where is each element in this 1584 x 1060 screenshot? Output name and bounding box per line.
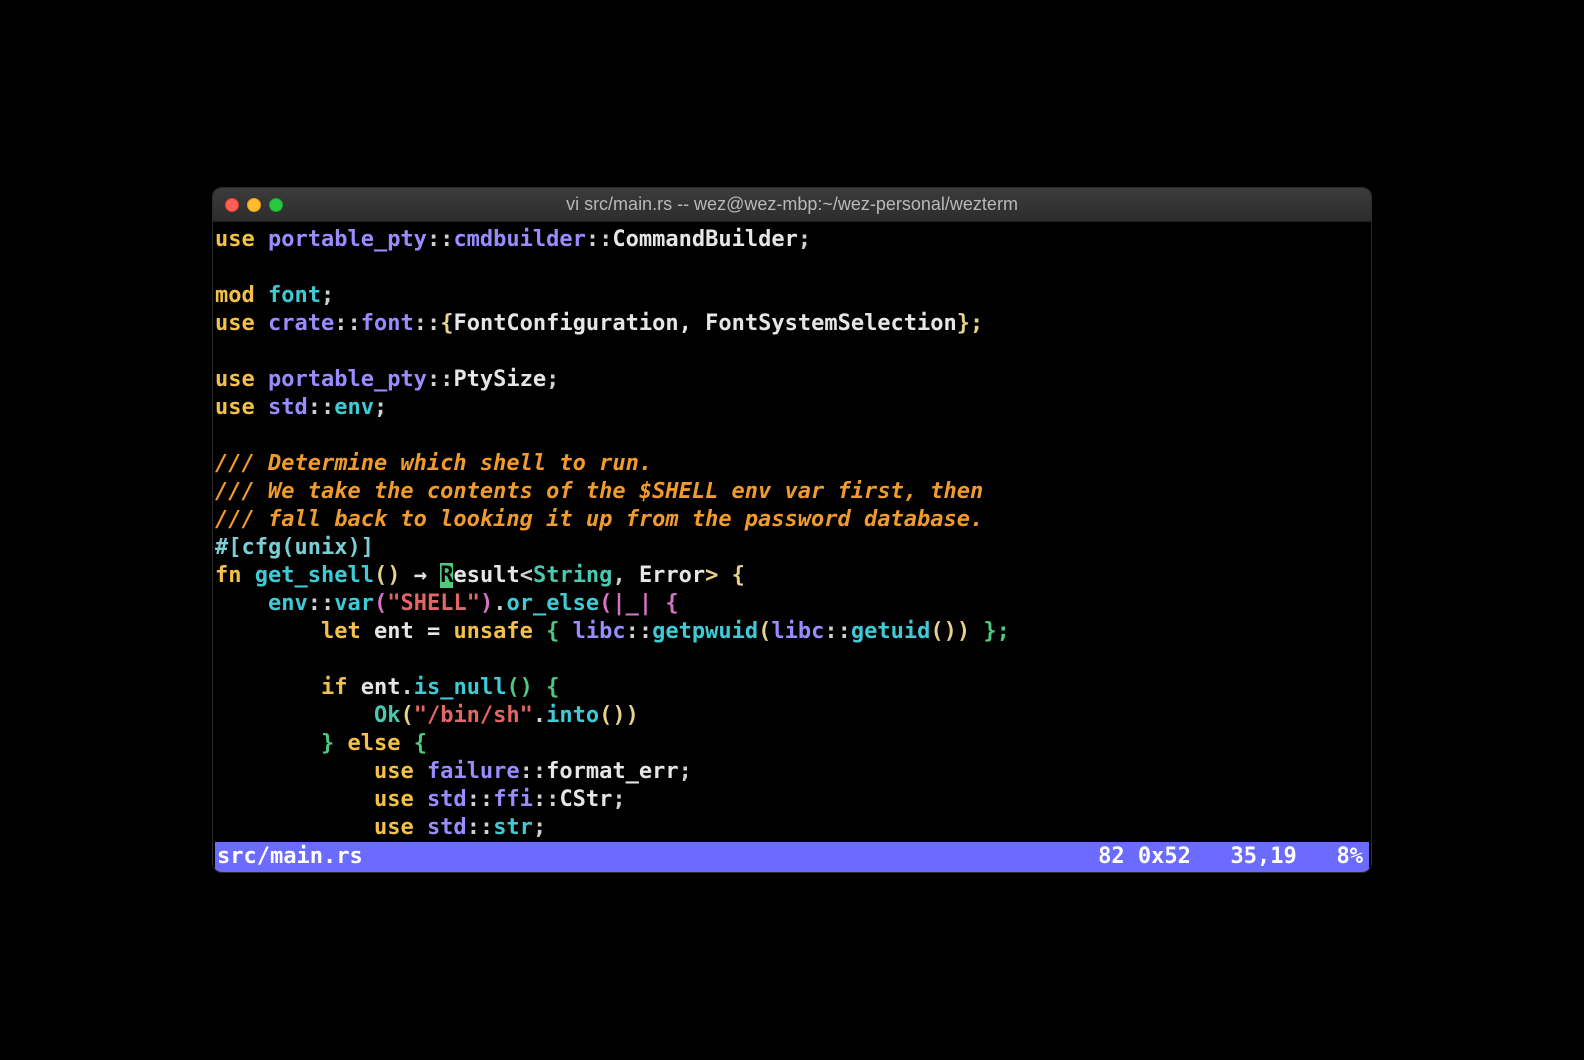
blank-line — [215, 646, 1369, 674]
doc-comment: /// We take the contents of the $SHELL e… — [215, 478, 1369, 506]
status-position: 82 0x52 35,19 8% — [1098, 842, 1363, 872]
code-line: use std::ffi::CStr; — [215, 786, 1369, 814]
window-controls — [225, 198, 283, 212]
status-filename: src/main.rs — [217, 842, 363, 872]
blank-line — [215, 338, 1369, 366]
vi-status-bar: src/main.rs 82 0x52 35,19 8% — [215, 842, 1369, 872]
minimize-icon[interactable] — [247, 198, 261, 212]
code-line: use std::str; — [215, 814, 1369, 842]
code-line: use failure::format_err; — [215, 758, 1369, 786]
code-line: fn get_shell() → Result<String, Error> { — [215, 562, 1369, 590]
code-line: use crate::font::{FontConfiguration, Fon… — [215, 310, 1369, 338]
close-icon[interactable] — [225, 198, 239, 212]
zoom-icon[interactable] — [269, 198, 283, 212]
terminal-window: vi src/main.rs -- wez@wez-mbp:~/wez-pers… — [212, 187, 1372, 873]
cursor: R — [440, 563, 453, 588]
code-line: use std::env; — [215, 394, 1369, 422]
terminal-content[interactable]: use portable_pty::cmdbuilder::CommandBui… — [213, 222, 1371, 872]
attribute: #[cfg(unix)] — [215, 534, 1369, 562]
code-line: env::var("SHELL").or_else(|_| { — [215, 590, 1369, 618]
window-title: vi src/main.rs -- wez@wez-mbp:~/wez-pers… — [213, 194, 1371, 215]
code-line: use portable_pty::cmdbuilder::CommandBui… — [215, 226, 1369, 254]
code-line: use portable_pty::PtySize; — [215, 366, 1369, 394]
code-line: if ent.is_null() { — [215, 674, 1369, 702]
titlebar: vi src/main.rs -- wez@wez-mbp:~/wez-pers… — [213, 188, 1371, 222]
blank-line — [215, 422, 1369, 450]
doc-comment: /// Determine which shell to run. — [215, 450, 1369, 478]
blank-line — [215, 254, 1369, 282]
code-line: let ent = unsafe { libc::getpwuid(libc::… — [215, 618, 1369, 646]
code-line: } else { — [215, 730, 1369, 758]
code-line: mod font; — [215, 282, 1369, 310]
code-line: Ok("/bin/sh".into()) — [215, 702, 1369, 730]
doc-comment: /// fall back to looking it up from the … — [215, 506, 1369, 534]
